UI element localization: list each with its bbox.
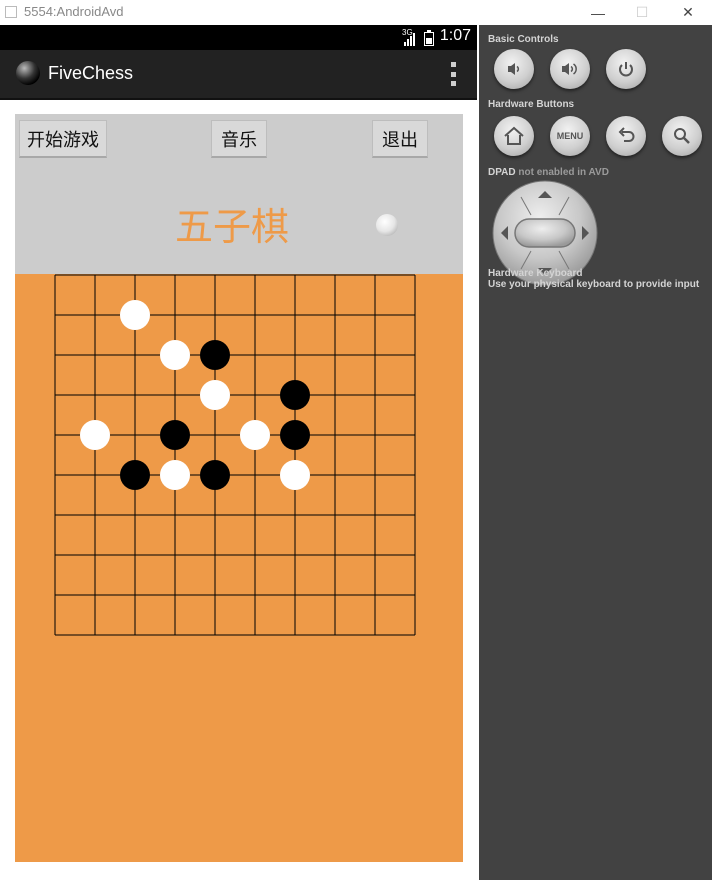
dpad-status: DPAD not enabled in AVD xyxy=(488,167,609,178)
volume-down-button[interactable] xyxy=(494,49,534,89)
maximize-button[interactable]: ☐ xyxy=(622,0,662,25)
device-screen: 3G 1:07 FiveChess 开始游戏 音乐 退出 五子棋 xyxy=(0,25,477,880)
hardware-keyboard-hint: Use your physical keyboard to provide in… xyxy=(488,279,700,290)
control-panel: 开始游戏 音乐 退出 五子棋 xyxy=(15,114,463,274)
basic-controls-label: Basic Controls xyxy=(488,34,559,45)
chess-board-area xyxy=(15,274,463,862)
black-stone xyxy=(280,420,310,450)
white-stone xyxy=(280,460,310,490)
hardware-keyboard-label: Hardware Keyboard xyxy=(488,268,583,279)
black-stone xyxy=(160,420,190,450)
white-stone xyxy=(120,300,150,330)
white-stone xyxy=(200,380,230,410)
window-app-icon xyxy=(5,6,17,18)
window-titlebar: 5554:AndroidAvd — ☐ ✕ xyxy=(0,0,712,25)
turn-indicator-stone xyxy=(376,214,398,236)
menu-button[interactable]: MENU xyxy=(550,116,590,156)
volume-down-icon xyxy=(508,63,520,75)
action-bar: FiveChess xyxy=(0,50,477,100)
game-title: 五子棋 xyxy=(175,205,290,249)
black-stone xyxy=(200,460,230,490)
black-stone xyxy=(120,460,150,490)
dpad-label: DPAD xyxy=(488,167,516,178)
volume-up-button[interactable] xyxy=(550,49,590,89)
status-time: 1:07 xyxy=(439,27,471,44)
hardware-buttons-label: Hardware Buttons xyxy=(488,99,575,110)
status-bar: 3G 1:07 xyxy=(0,25,477,50)
battery-icon xyxy=(424,30,434,46)
overflow-menu-icon[interactable] xyxy=(451,62,457,86)
power-button[interactable] xyxy=(606,49,646,89)
search-button[interactable] xyxy=(662,116,702,156)
emulator-panel: Basic Controls Hardware Buttons MENU DPA… xyxy=(479,25,712,880)
power-icon xyxy=(619,62,633,77)
white-stone xyxy=(160,340,190,370)
black-stone xyxy=(200,340,230,370)
app-title: FiveChess xyxy=(48,63,134,83)
dpad-status-text: not enabled in AVD xyxy=(518,167,609,178)
start-game-button[interactable]: 开始游戏 xyxy=(19,120,107,158)
exit-button[interactable]: 退出 xyxy=(372,120,428,158)
black-stone-icon xyxy=(16,61,40,85)
music-button[interactable]: 音乐 xyxy=(211,120,267,158)
black-stone xyxy=(280,380,310,410)
search-icon xyxy=(674,128,690,144)
white-stone xyxy=(240,420,270,450)
window-title: 5554:AndroidAvd xyxy=(24,4,124,19)
back-button[interactable] xyxy=(606,116,646,156)
white-stone xyxy=(160,460,190,490)
gomoku-board[interactable] xyxy=(15,274,463,862)
home-button[interactable] xyxy=(494,116,534,156)
minimize-button[interactable]: — xyxy=(578,0,618,25)
back-icon xyxy=(618,127,635,142)
signal-icon xyxy=(404,33,415,46)
home-icon xyxy=(504,126,524,145)
close-button[interactable]: ✕ xyxy=(668,0,708,25)
volume-up-icon xyxy=(562,63,577,75)
white-stone xyxy=(80,420,110,450)
game-content: 开始游戏 音乐 退出 五子棋 xyxy=(15,114,463,862)
